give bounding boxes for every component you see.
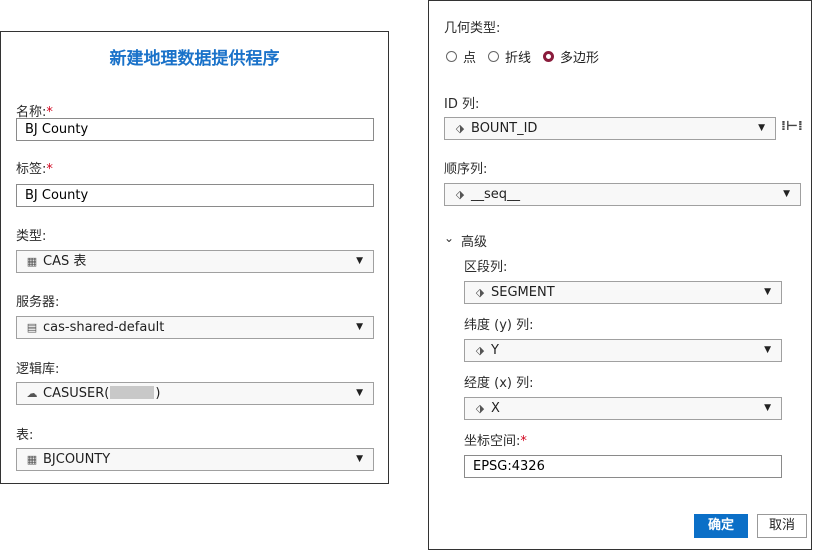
column-icon: ⬗ <box>475 402 485 415</box>
dialog-title: 新建地理数据提供程序 <box>109 49 280 69</box>
coord-space-label: 坐标空间:* <box>464 434 527 449</box>
server-value: cas-shared-default <box>43 320 165 335</box>
geometry-type-label: 几何类型: <box>444 21 501 36</box>
radio-point[interactable] <box>446 51 457 62</box>
type-label: 类型: <box>16 229 47 244</box>
id-column-value: BOUNT_ID <box>471 121 538 136</box>
type-select[interactable]: ▦ CAS 表 ▼ <box>16 250 374 273</box>
latitude-column-label: 纬度 (y) 列: <box>464 318 534 333</box>
chevron-down-icon: ▼ <box>356 322 363 332</box>
caslib-icon: ☁ <box>26 387 38 400</box>
column-icon: ⬗ <box>475 344 485 357</box>
longitude-column-select[interactable]: ⬗ X ▼ <box>464 397 782 420</box>
table-icon: ▦ <box>26 453 38 466</box>
chevron-down-icon: ▼ <box>764 403 771 413</box>
provider-settings-panel: 几何类型: 点 折线 多边形 ID 列: ⬗ BOUNT_ID ▼ ⁞⊢⁞ 顺序列… <box>428 0 812 550</box>
chevron-down-icon: ▼ <box>764 287 771 297</box>
caslib-select[interactable]: ☁ CASUSER() ▼ <box>16 382 374 405</box>
radio-polygon[interactable] <box>543 51 555 62</box>
tag-label: 标签:* <box>16 162 53 177</box>
server-select[interactable]: ▤ cas-shared-default ▼ <box>16 316 374 339</box>
radio-polyline-label[interactable]: 折线 <box>505 47 531 66</box>
new-geo-provider-dialog: 新建地理数据提供程序 名称:* 标签:* 类型: ▦CAS 表 ▼ 服务器: ▤… <box>0 31 389 484</box>
table-value: BJCOUNTY <box>43 452 111 467</box>
segment-column-value: SEGMENT <box>491 285 555 300</box>
radio-polyline[interactable] <box>488 51 500 62</box>
type-value: CAS 表 <box>43 254 87 269</box>
segment-column-label: 区段列: <box>464 260 508 275</box>
latitude-column-select[interactable]: ⬗ Y ▼ <box>464 339 782 362</box>
table-icon: ▦ <box>26 255 38 268</box>
sequence-column-select[interactable]: ⬗ __seq__ ▼ <box>444 183 801 206</box>
segment-column-select[interactable]: ⬗ SEGMENT ▼ <box>464 281 782 304</box>
sequence-column-value: __seq__ <box>471 187 521 202</box>
longitude-column-label: 经度 (x) 列: <box>464 376 534 391</box>
chevron-down-icon: ▼ <box>356 454 363 464</box>
chevron-down-icon: ▼ <box>356 256 363 266</box>
radio-polygon-label[interactable]: 多边形 <box>560 47 599 66</box>
geometry-radio-group: 点 折线 多边形 <box>446 47 605 66</box>
id-column-select[interactable]: ⬗ BOUNT_ID ▼ <box>444 117 776 140</box>
chevron-down-icon: ▼ <box>783 189 790 199</box>
advanced-section-label[interactable]: 高级 <box>461 231 487 250</box>
caslib-label: 逻辑库: <box>16 362 60 377</box>
caslib-value-prefix: CASUSER( <box>43 386 110 401</box>
column-icon: ⬗ <box>475 286 485 299</box>
chevron-down-icon: ▼ <box>758 123 765 133</box>
name-field[interactable] <box>16 118 374 141</box>
radio-point-label[interactable]: 点 <box>463 47 476 66</box>
ok-button[interactable]: 确定 <box>694 514 748 538</box>
latitude-column-value: Y <box>491 343 499 358</box>
sequence-column-label: 顺序列: <box>444 162 488 177</box>
chevron-down-icon: ▼ <box>764 345 771 355</box>
server-icon: ▤ <box>26 321 38 334</box>
split-column-icon[interactable]: ⁞⊢⁞ <box>781 119 803 134</box>
column-icon: ⬗ <box>455 188 465 201</box>
caslib-value-suffix: ) <box>155 386 161 401</box>
cancel-button[interactable]: 取消 <box>757 514 807 538</box>
redacted-username <box>110 386 155 399</box>
column-icon: ⬗ <box>455 122 465 135</box>
longitude-column-value: X <box>491 401 500 416</box>
chevron-down-icon: ▼ <box>356 388 363 398</box>
id-column-label: ID 列: <box>444 97 480 112</box>
server-label: 服务器: <box>16 295 60 310</box>
advanced-chevron-icon[interactable]: ⌄ <box>444 231 454 245</box>
table-label: 表: <box>16 428 34 443</box>
table-select[interactable]: ▦ BJCOUNTY ▼ <box>16 448 374 471</box>
tag-field[interactable] <box>16 184 374 207</box>
coord-space-field[interactable] <box>464 455 782 478</box>
